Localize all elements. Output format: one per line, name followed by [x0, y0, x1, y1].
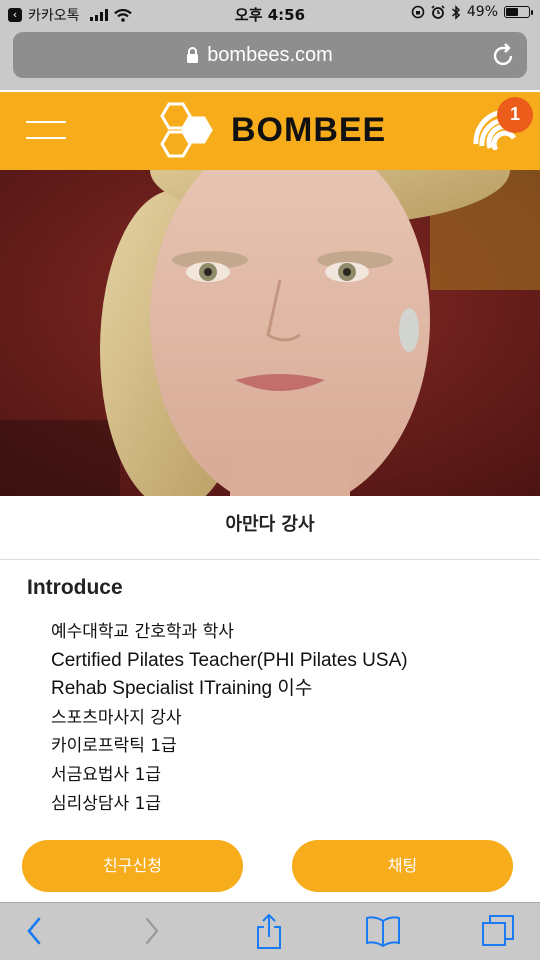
friend-request-button[interactable]: 친구신청	[22, 840, 243, 892]
section-title: Introduce	[27, 576, 123, 599]
intro-item: Rehab Specialist ITraining 이수	[51, 678, 313, 700]
instructor-name: 아만다 강사	[0, 496, 540, 560]
intro-item: 카이로프락틱 1급	[51, 736, 177, 757]
status-right: 49%	[411, 4, 533, 20]
url-text[interactable]: bombees.com	[13, 44, 527, 67]
battery-icon	[504, 6, 533, 18]
address-bar[interactable]: bombees.com	[13, 32, 527, 78]
instructor-photo	[0, 170, 540, 496]
alarm-icon	[431, 5, 445, 19]
notification-badge[interactable]: 1	[497, 97, 533, 133]
intro-item: 서금요법사 1급	[51, 764, 162, 785]
intro-item: 예수대학교 간호학과 학사	[51, 622, 234, 642]
browser-address-area: bombees.com	[0, 28, 540, 90]
hamburger-icon[interactable]	[26, 119, 66, 139]
browser-toolbar	[0, 902, 540, 960]
honeycomb-icon	[160, 102, 213, 158]
tabs-icon[interactable]	[480, 913, 516, 949]
book-icon[interactable]	[364, 913, 402, 949]
site-logo[interactable]: BOMBEE	[155, 102, 386, 158]
battery-percent: 49%	[466, 4, 498, 20]
site-header: BOMBEE	[0, 92, 540, 170]
chevron-right-icon[interactable]	[142, 913, 162, 949]
status-bar: ‹ 카카오톡 오후 4:56 49%	[0, 0, 540, 28]
reload-icon[interactable]	[493, 43, 515, 67]
chat-button[interactable]: 채팅	[292, 840, 513, 892]
intro-item: 심리상담사 1급	[51, 793, 162, 814]
intro-list: 예수대학교 간호학과 학사 Certified Pilates Teacher(…	[51, 618, 408, 818]
bluetooth-icon	[451, 4, 460, 20]
intro-item: Certified Pilates Teacher(PHI Pilates US…	[51, 649, 408, 671]
intro-item: 스포츠마사지 강사	[51, 707, 182, 728]
brand-name: BOMBEE	[231, 110, 387, 149]
share-icon[interactable]	[254, 913, 284, 951]
rotation-lock-icon	[411, 5, 425, 19]
battery-level	[506, 8, 518, 16]
chevron-left-icon[interactable]	[24, 913, 44, 949]
